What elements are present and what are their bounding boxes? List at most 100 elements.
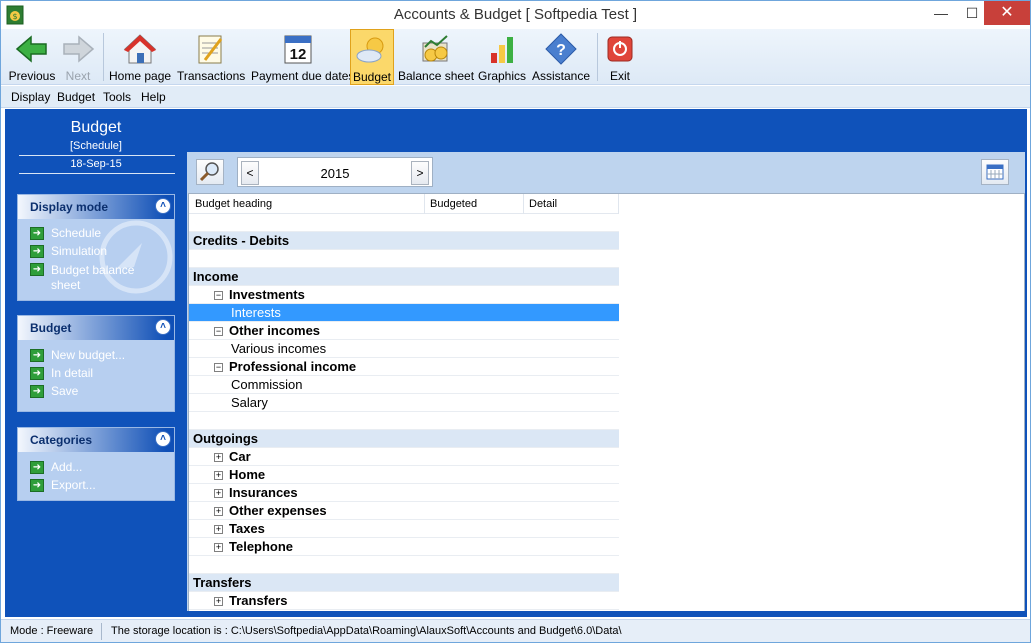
panel-header[interactable]: Budget ˄ (18, 316, 174, 340)
close-button[interactable]: ✕ (984, 1, 1030, 25)
toolbar-separator (103, 33, 104, 81)
section-row[interactable]: Credits - Debits (189, 232, 619, 250)
balance-sheet-label: Balance sheet (398, 69, 475, 83)
group-row[interactable]: + Insurances (189, 484, 619, 502)
group-row[interactable]: + Transfers (189, 592, 619, 610)
exit-button[interactable]: Exit (603, 29, 637, 85)
panel-title: Budget (30, 321, 72, 335)
previous-year-button[interactable]: < (241, 161, 259, 185)
panel-budget: Budget ˄ ➜ New budget... ➜ In detail ➜ Save (17, 315, 175, 412)
sun-cloud-icon (356, 37, 384, 63)
link-budget-balance-sheet[interactable]: ➜ Budget balance sheet (30, 263, 141, 293)
home-page-button[interactable]: Home page (109, 29, 171, 85)
panel-categories: Categories ˄ ➜ Add... ➜ Export... (17, 427, 175, 501)
menu-bar: Display Budget Tools Help (1, 86, 1030, 108)
row-label: Professional income (229, 359, 357, 374)
transactions-button[interactable]: Transactions (177, 29, 245, 85)
assistance-button[interactable]: ? Assistance (531, 29, 591, 85)
row-label: Home (229, 467, 266, 482)
svg-text:?: ? (556, 42, 566, 59)
link-save[interactable]: ➜ Save (30, 385, 141, 399)
group-row[interactable]: + Home (189, 466, 619, 484)
link-simulation[interactable]: ➜ Simulation (30, 245, 141, 259)
section-row[interactable]: Income (189, 268, 619, 286)
panel-header[interactable]: Categories ˄ (18, 428, 174, 452)
arrow-right-icon: ➜ (30, 367, 44, 380)
menu-tools[interactable]: Tools (103, 90, 131, 104)
year-value: 2015 (320, 166, 350, 181)
menu-budget[interactable]: Budget (57, 90, 95, 104)
section-row[interactable]: Outgoings (189, 430, 619, 448)
status-bar: Mode : Freeware The storage location is … (1, 619, 1030, 642)
collapse-icon[interactable]: − (214, 363, 223, 372)
group-row[interactable]: − Investments (189, 286, 619, 304)
group-row[interactable]: + Car (189, 448, 619, 466)
collapse-icon[interactable]: ˄ (155, 198, 171, 214)
row-label: Other incomes (229, 323, 321, 338)
row-label: Interests (231, 305, 281, 320)
calendar-button[interactable] (981, 159, 1009, 185)
next-year-button[interactable]: > (411, 161, 429, 185)
group-row[interactable]: − Professional income (189, 358, 619, 376)
home-icon (123, 34, 157, 64)
collapse-icon[interactable]: − (214, 327, 223, 336)
expand-icon[interactable]: + (214, 489, 223, 498)
budget-button[interactable]: Budget (350, 29, 394, 85)
graphics-button[interactable]: Graphics (478, 29, 526, 85)
bar-chart-icon (491, 37, 513, 63)
expand-icon[interactable]: + (214, 525, 223, 534)
balance-sheet-icon (422, 35, 448, 62)
column-divider[interactable] (523, 194, 524, 214)
next-button[interactable]: Next (59, 29, 97, 85)
grid-header: Budget heading Budgeted Detail (189, 194, 619, 214)
next-label: Next (65, 69, 91, 83)
row-label: Outgoings (193, 431, 258, 446)
collapse-icon[interactable]: − (214, 291, 223, 300)
section-row[interactable]: Transfers (189, 574, 619, 592)
column-header-budget-heading[interactable]: Budget heading (195, 198, 272, 210)
assistance-label: Assistance (531, 69, 591, 83)
row-label: Taxes (229, 521, 265, 536)
leaf-row[interactable]: Interests (189, 304, 619, 322)
row-label: Commission (231, 377, 303, 392)
group-row[interactable]: + Taxes (189, 520, 619, 538)
link-new-budget[interactable]: ➜ New budget... (30, 349, 141, 363)
panel-header[interactable]: Display mode ˄ (18, 195, 174, 219)
link-add[interactable]: ➜ Add... (30, 461, 141, 475)
expand-icon[interactable]: + (214, 543, 223, 552)
previous-button[interactable]: Previous (5, 29, 59, 85)
expand-icon[interactable]: + (214, 453, 223, 462)
expand-icon[interactable]: + (214, 471, 223, 480)
blank-row (189, 250, 619, 268)
menu-display[interactable]: Display (11, 90, 50, 104)
divider (19, 155, 175, 156)
group-row[interactable]: − Other incomes (189, 322, 619, 340)
collapse-icon[interactable]: ˄ (155, 319, 171, 335)
expand-icon[interactable]: + (214, 597, 223, 606)
leaf-row[interactable]: Commission (189, 376, 619, 394)
notepad-icon (198, 35, 223, 64)
column-header-detail[interactable]: Detail (529, 198, 557, 210)
group-row[interactable]: + Other expenses (189, 502, 619, 520)
collapse-icon[interactable]: ˄ (155, 431, 171, 447)
column-divider[interactable] (424, 194, 425, 214)
group-row[interactable]: + Telephone (189, 538, 619, 556)
status-storage-location: The storage location is : C:\Users\Softp… (111, 625, 622, 637)
column-divider[interactable] (618, 194, 619, 214)
expand-icon[interactable]: + (214, 507, 223, 516)
leaf-row[interactable]: Various incomes (189, 340, 619, 358)
column-header-budgeted[interactable]: Budgeted (430, 198, 477, 210)
blank-row (189, 556, 619, 574)
payment-due-dates-button[interactable]: 12 Payment due dates (251, 29, 354, 85)
row-label: Telephone (229, 539, 294, 554)
balance-sheet-button[interactable]: Balance sheet (398, 29, 474, 85)
menu-help[interactable]: Help (141, 90, 166, 104)
leaf-row[interactable]: Salary (189, 394, 619, 412)
link-in-detail[interactable]: ➜ In detail (30, 367, 141, 381)
link-schedule[interactable]: ➜ Schedule (30, 227, 141, 241)
row-label: Other expenses (229, 503, 327, 518)
link-export[interactable]: ➜ Export... (30, 479, 141, 493)
row-label: Investments (229, 287, 305, 302)
calendar-day-text: 12 (290, 46, 307, 63)
search-button[interactable] (196, 159, 224, 185)
